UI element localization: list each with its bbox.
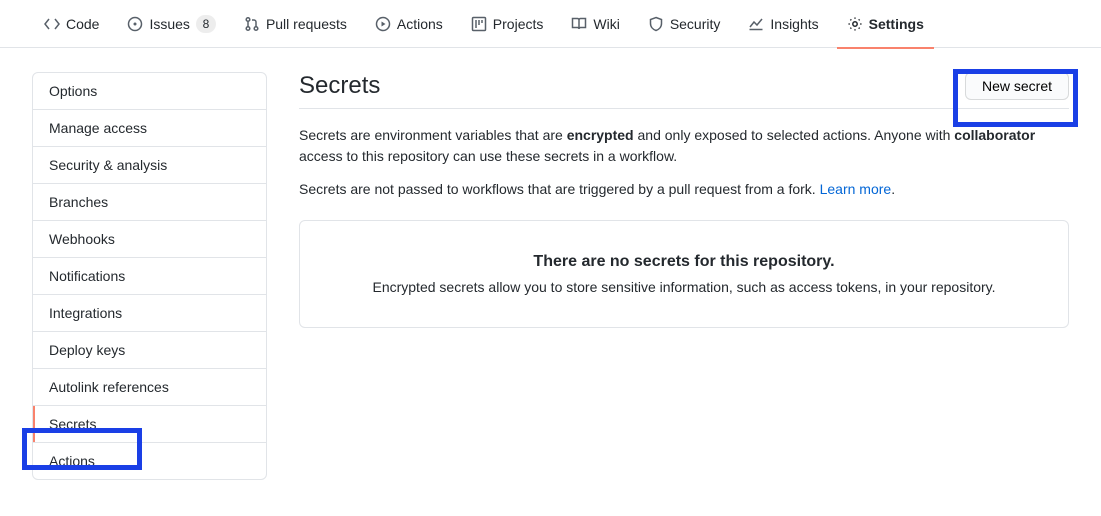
sidebar-item-label: Branches [49, 194, 108, 210]
sidebar-item-label: Secrets [49, 416, 96, 432]
empty-state-text: Encrypted secrets allow you to store sen… [324, 279, 1044, 295]
tab-issues[interactable]: Issues 8 [115, 0, 227, 48]
tab-label: Pull requests [266, 16, 347, 32]
shield-icon [648, 16, 664, 32]
sidebar-item-security-analysis[interactable]: Security & analysis [33, 147, 266, 184]
sidebar-item-label: Webhooks [49, 231, 115, 247]
secrets-description-1: Secrets are environment variables that a… [299, 125, 1069, 167]
sidebar-item-notifications[interactable]: Notifications [33, 258, 266, 295]
gear-icon [847, 16, 863, 32]
tab-insights[interactable]: Insights [736, 0, 830, 48]
tab-label: Settings [869, 16, 924, 32]
code-icon [44, 16, 60, 32]
tab-pull-requests[interactable]: Pull requests [232, 0, 359, 48]
sidebar-item-label: Actions [49, 453, 95, 469]
pull-request-icon [244, 16, 260, 32]
sidebar-item-label: Autolink references [49, 379, 169, 395]
tab-security[interactable]: Security [636, 0, 733, 48]
tab-label: Projects [493, 16, 544, 32]
sidebar-item-label: Options [49, 83, 97, 99]
sidebar-item-label: Manage access [49, 120, 147, 136]
tab-wiki[interactable]: Wiki [559, 0, 631, 48]
tab-label: Security [670, 16, 721, 32]
graph-icon [748, 16, 764, 32]
page-header: Secrets New secret [299, 72, 1069, 109]
book-icon [571, 16, 587, 32]
new-secret-button[interactable]: New secret [965, 72, 1069, 100]
sidebar-item-label: Notifications [49, 268, 125, 284]
sidebar-item-options[interactable]: Options [33, 73, 266, 110]
tab-label: Insights [770, 16, 818, 32]
main-content: Secrets New secret Secrets are environme… [299, 72, 1069, 328]
empty-state-title: There are no secrets for this repository… [324, 253, 1044, 271]
sidebar-item-manage-access[interactable]: Manage access [33, 110, 266, 147]
page-title: Secrets [299, 72, 380, 100]
learn-more-link[interactable]: Learn more [820, 181, 892, 197]
tab-actions[interactable]: Actions [363, 0, 455, 48]
tab-label: Issues [149, 16, 189, 32]
tab-label: Wiki [593, 16, 619, 32]
sidebar-item-webhooks[interactable]: Webhooks [33, 221, 266, 258]
empty-state: There are no secrets for this repository… [299, 220, 1069, 328]
sidebar-item-branches[interactable]: Branches [33, 184, 266, 221]
sidebar-item-label: Security & analysis [49, 157, 167, 173]
play-icon [375, 16, 391, 32]
repo-topnav: Code Issues 8 Pull requests Actions Proj… [0, 0, 1101, 48]
tab-projects[interactable]: Projects [459, 0, 556, 48]
issue-icon [127, 16, 143, 32]
settings-sidebar: Options Manage access Security & analysi… [32, 72, 267, 480]
sidebar-item-autolink-references[interactable]: Autolink references [33, 369, 266, 406]
tab-label: Actions [397, 16, 443, 32]
tab-settings[interactable]: Settings [835, 0, 936, 48]
sidebar-item-actions[interactable]: Actions [33, 443, 266, 479]
tab-code[interactable]: Code [32, 0, 111, 48]
sidebar-item-integrations[interactable]: Integrations [33, 295, 266, 332]
secrets-description-2: Secrets are not passed to workflows that… [299, 179, 1069, 200]
tab-label: Code [66, 16, 99, 32]
issues-count: 8 [196, 15, 216, 33]
sidebar-item-deploy-keys[interactable]: Deploy keys [33, 332, 266, 369]
sidebar-item-secrets[interactable]: Secrets [33, 406, 266, 443]
project-icon [471, 16, 487, 32]
sidebar-item-label: Deploy keys [49, 342, 125, 358]
sidebar-item-label: Integrations [49, 305, 122, 321]
